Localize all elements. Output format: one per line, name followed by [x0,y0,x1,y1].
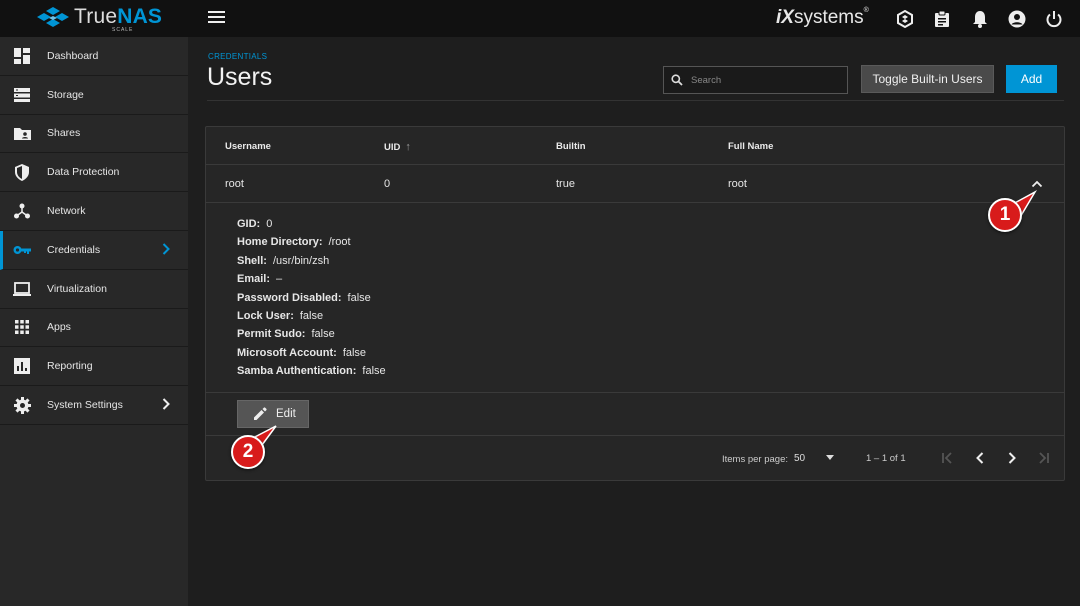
items-per-page-select[interactable]: 50 [794,453,805,464]
shares-folder-icon [13,124,31,142]
sidebar: Dashboard Storage Shares Data Protection… [0,37,188,606]
power-icon[interactable] [1044,9,1064,29]
chevron-up-icon [1031,180,1043,188]
chart-icon [13,357,31,375]
cell-username: root [225,178,244,190]
key-icon [13,241,31,259]
ixsystems-logo[interactable]: iXsystems® [776,7,869,29]
previous-page-icon[interactable] [972,450,988,466]
row-details: GID: 0 Home Directory:/root Shell:/usr/bi… [206,203,1064,393]
detail-permit-sudo: Permit Sudo: false [237,328,335,341]
sidebar-item-label: System Settings [47,399,123,412]
sidebar-item-storage[interactable]: Storage [0,76,188,115]
sort-ascending-icon: ↑ [405,141,411,153]
laptop-icon [13,280,31,298]
brand-name: TrueNAS [74,5,163,28]
sidebar-item-label: Apps [47,321,71,334]
sidebar-item-label: Dashboard [47,49,99,62]
users-table-card: Username UID ↑ Builtin Full Name root 0 t… [205,126,1065,481]
detail-lock-user: Lock User: false [237,310,324,322]
cell-full-name: root [728,178,747,190]
column-header-username[interactable]: Username [225,141,271,152]
top-bar: TrueNAS SCALE iXsystems® [0,0,1080,37]
detail-shell: Shell:/usr/bin/zsh [237,254,330,267]
column-header-builtin[interactable]: Builtin [556,141,586,152]
truenas-logo[interactable]: TrueNAS SCALE [36,5,162,33]
dashboard-icon [13,47,31,65]
apps-grid-icon [13,318,31,336]
add-user-button[interactable]: Add [1006,65,1057,93]
detail-email: Email: – [237,273,283,286]
breadcrumb[interactable]: CREDENTIALS [208,52,267,61]
collapse-row-button[interactable] [1029,177,1045,191]
sidebar-item-label: Virtualization [47,282,107,295]
sidebar-item-shares[interactable]: Shares [0,115,188,154]
network-icon [13,202,31,220]
detail-home-directory: Home Directory:/root [237,236,351,249]
sidebar-item-label: Shares [47,127,81,140]
truecommand-icon[interactable] [895,9,915,29]
page-range-label: 1 – 1 of 1 [866,453,906,464]
table-row[interactable]: root 0 true root [206,165,1064,203]
detail-gid: GID: 0 [237,218,273,230]
detail-microsoft-account: Microsoft Account: false [237,346,367,359]
toggle-builtin-users-button[interactable]: Toggle Built-in Users [861,65,994,93]
divider [207,100,1064,101]
search-icon [671,74,683,86]
detail-password-disabled: Password Disabled: false [237,291,371,304]
edit-button-label: Edit [276,408,296,420]
brand-edition: SCALE [112,27,134,33]
next-page-icon[interactable] [1004,450,1020,466]
shield-icon [13,163,31,181]
sidebar-item-dashboard[interactable]: Dashboard [0,37,188,76]
sidebar-item-network[interactable]: Network [0,192,188,231]
bell-icon[interactable] [970,9,990,29]
chevron-right-icon [162,242,170,258]
callout-badge-2: 2 [231,435,265,469]
first-page-icon[interactable] [940,450,956,466]
last-page-icon[interactable] [1035,450,1051,466]
sidebar-item-reporting[interactable]: Reporting [0,347,188,387]
storage-icon [13,86,31,104]
account-circle-icon[interactable] [1007,9,1027,29]
cell-uid: 0 [384,178,391,190]
clipboard-icon[interactable] [932,9,952,29]
chevron-right-icon [162,397,170,413]
search-input[interactable] [691,74,841,86]
menu-toggle-icon[interactable] [208,11,225,25]
page-title: Users [207,63,273,91]
paginator: Items per page: 50 1 – 1 of 1 [206,436,1064,482]
sidebar-item-label: Storage [47,88,84,101]
sidebar-item-virtualization[interactable]: Virtualization [0,270,188,309]
sidebar-item-system-settings[interactable]: System Settings [0,386,188,425]
sidebar-item-label: Data Protection [47,166,120,179]
dropdown-caret-icon[interactable] [826,455,834,460]
sidebar-item-label: Network [47,205,86,218]
detail-samba-authentication: Samba Authentication: false [237,365,386,378]
gear-icon [13,396,31,414]
sidebar-item-label: Credentials [47,243,101,256]
sidebar-item-apps[interactable]: Apps [0,309,188,348]
cell-builtin: true [556,178,575,190]
sidebar-item-credentials[interactable]: Credentials [0,230,188,270]
sidebar-item-data-protection[interactable]: Data Protection [0,153,188,193]
truenas-logo-icon [37,7,69,27]
column-header-uid[interactable]: UID ↑ [384,141,411,153]
pencil-icon [254,407,267,420]
callout-badge-1: 1 [988,198,1022,232]
table-header: Username UID ↑ Builtin Full Name [206,127,1064,165]
search-box[interactable] [663,66,848,94]
column-header-full-name[interactable]: Full Name [728,141,773,152]
sidebar-item-label: Reporting [47,360,93,373]
edit-user-button[interactable]: Edit [237,400,309,428]
items-per-page-label: Items per page: [722,454,789,465]
